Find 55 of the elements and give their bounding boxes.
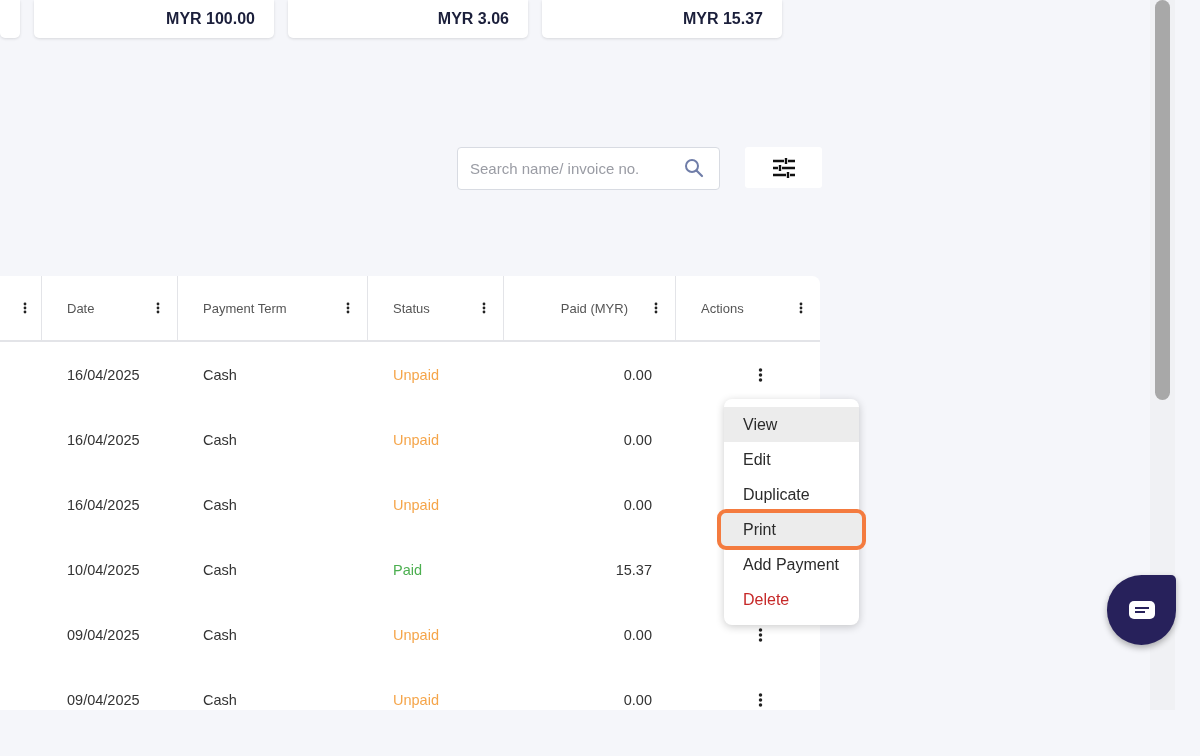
status-text: Unpaid: [392, 431, 440, 448]
table-cell-text: 0.00: [622, 626, 653, 643]
table-cell-text: Cash: [202, 366, 238, 383]
search-field[interactable]: Search name/ invoice no.: [457, 147, 720, 190]
menu-item[interactable]: Duplicate: [724, 477, 859, 512]
table-cell-text: 09/04/2025: [66, 626, 141, 643]
search-icon: [684, 158, 704, 178]
table-cell-text: 09/04/2025: [66, 691, 141, 708]
menu-item[interactable]: Add Payment: [724, 547, 859, 582]
row-menu-icon[interactable]: [758, 626, 763, 643]
table-cell-text: 0.00: [622, 431, 653, 448]
menu-item[interactable]: View: [724, 407, 859, 442]
table-cell-text: Cash: [202, 626, 238, 643]
row-menu-icon[interactable]: [758, 366, 763, 383]
column-menu-icon[interactable]: [156, 302, 160, 314]
menu-item[interactable]: Edit: [724, 442, 859, 477]
table-cell-text: Cash: [202, 496, 238, 513]
scrollbar-thumb[interactable]: [1155, 0, 1170, 400]
column-menu-icon[interactable]: [346, 302, 350, 314]
column-menu-icon[interactable]: [23, 302, 27, 314]
table-cell-text: 16/04/2025: [66, 366, 141, 383]
column-header[interactable]: Date: [67, 300, 95, 316]
card-amount: MYR 15.37: [682, 10, 763, 28]
column-menu-icon[interactable]: [654, 302, 658, 314]
sliders-icon: [772, 157, 795, 178]
column-header[interactable]: Status: [393, 300, 430, 316]
status-text: Unpaid: [392, 626, 440, 643]
row-menu-icon[interactable]: [758, 691, 763, 708]
table-cell-text: 16/04/2025: [66, 431, 141, 448]
column-menu-icon[interactable]: [799, 302, 803, 314]
column-header[interactable]: Actions: [701, 300, 744, 316]
table-cell-text: Cash: [202, 691, 238, 708]
card-amount: MYR 100.00: [166, 10, 255, 28]
table-cell-text: Cash: [202, 561, 238, 578]
menu-item[interactable]: Print: [720, 512, 863, 547]
chat-icon: [1128, 601, 1155, 619]
summary-card: [0, 0, 20, 38]
card-amount: MYR 3.06: [437, 10, 509, 28]
menu-item[interactable]: Delete: [724, 582, 859, 617]
table-cell-text: 0.00: [622, 366, 653, 383]
table-cell-text: 0.00: [622, 691, 653, 708]
filter-button[interactable]: [745, 147, 822, 188]
status-text: Unpaid: [392, 691, 440, 708]
column-header[interactable]: Payment Term: [203, 300, 287, 316]
table-cell-text: Cash: [202, 431, 238, 448]
status-text: Unpaid: [392, 496, 440, 513]
column-header[interactable]: Paid (MYR): [560, 300, 628, 316]
table-cell-text: 15.37: [614, 561, 653, 578]
table-cell-text: 10/04/2025: [66, 561, 141, 578]
column-menu-icon[interactable]: [482, 302, 486, 314]
status-text: Paid: [392, 561, 424, 578]
chat-button[interactable]: [1107, 575, 1176, 645]
table-cell-text: 0.00: [622, 496, 653, 513]
table-cell-text: 16/04/2025: [66, 496, 141, 513]
status-text: Unpaid: [392, 366, 440, 383]
